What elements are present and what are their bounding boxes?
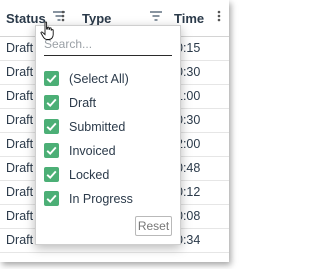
status-cell: Draft <box>6 161 34 175</box>
filter-option-label: Locked <box>69 168 110 182</box>
check-icon <box>46 194 57 203</box>
filter-icon[interactable] <box>149 9 163 23</box>
checkbox[interactable] <box>44 143 59 158</box>
column-header-type[interactable]: Type <box>82 11 111 26</box>
checkbox[interactable] <box>44 119 59 134</box>
status-cell: Draft <box>6 89 34 103</box>
filter-option-label: Submitted <box>69 120 126 134</box>
more-vertical-icon[interactable] <box>212 9 226 23</box>
reset-button[interactable]: Reset <box>135 216 172 236</box>
checkbox[interactable] <box>44 191 59 206</box>
more-vertical-icon[interactable] <box>56 9 70 23</box>
checkbox[interactable] <box>44 95 59 110</box>
filter-option-label: Draft <box>69 96 97 110</box>
check-icon <box>46 122 57 131</box>
checkbox[interactable] <box>44 167 59 182</box>
check-icon <box>46 146 57 155</box>
check-icon <box>46 98 57 107</box>
status-cell: Draft <box>6 185 34 199</box>
status-cell: Draft <box>6 65 34 79</box>
check-icon <box>46 170 57 179</box>
status-cell: Draft <box>6 137 34 151</box>
filter-search-input[interactable] <box>44 35 172 56</box>
status-filter-popup: (Select All) Draft Submitted Invoiced Lo… <box>35 25 181 245</box>
checkbox[interactable] <box>44 71 59 86</box>
filter-option-label: (Select All) <box>69 72 129 86</box>
status-cell: Draft <box>6 233 34 247</box>
status-cell: Draft <box>6 41 34 55</box>
status-cell: Draft <box>6 209 34 223</box>
column-header-time[interactable]: Time <box>174 11 204 26</box>
filter-option-label: Invoiced <box>69 144 116 158</box>
filter-option-label: In Progress <box>69 192 133 206</box>
hand-pointer-cursor <box>40 21 54 40</box>
grid-panel: Status Type Time Draft 0:15 Draft 0:30 D… <box>0 0 229 262</box>
status-cell: Draft <box>6 113 34 127</box>
check-icon <box>46 74 57 83</box>
